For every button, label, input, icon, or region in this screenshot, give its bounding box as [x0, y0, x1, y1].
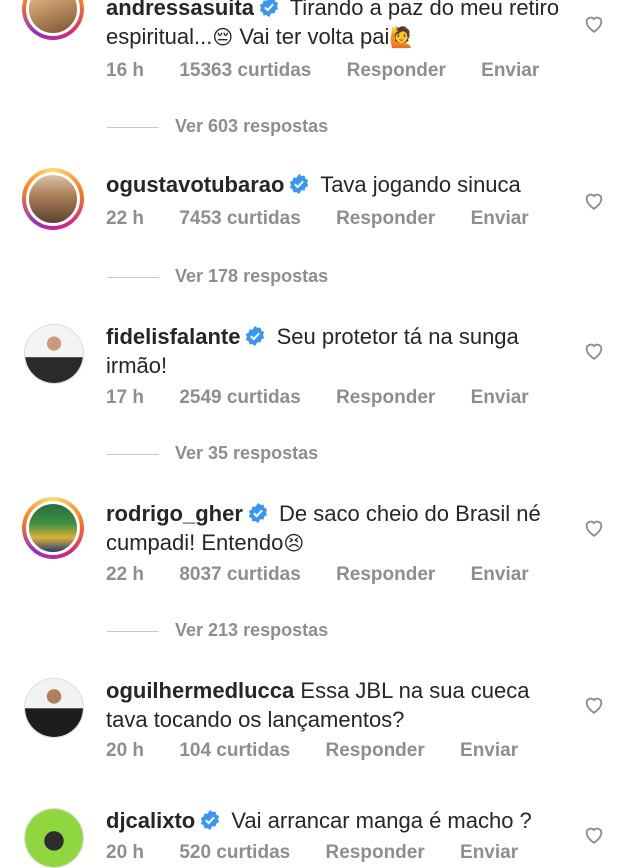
verified-badge-icon: [259, 0, 279, 18]
reply-button[interactable]: Responder: [336, 208, 435, 229]
divider: [107, 453, 159, 455]
like-heart-icon[interactable]: [583, 694, 605, 716]
verified-badge-icon: [290, 173, 309, 195]
like-heart-icon[interactable]: [583, 340, 605, 362]
reply-button[interactable]: Responder: [347, 60, 446, 81]
comment-text: djcalixto Vai arrancar manga é macho ?: [106, 808, 532, 833]
comment-username[interactable]: rodrigo_gher: [106, 501, 243, 526]
like-heart-icon[interactable]: [583, 190, 605, 212]
send-button[interactable]: Enviar: [471, 208, 529, 229]
comment-meta: 20 h 520 curtidas Responder Enviar: [106, 842, 548, 864]
comment-meta: 20 h 104 curtidas Responder Enviar: [106, 740, 548, 762]
like-count[interactable]: 7453 curtidas: [179, 208, 300, 229]
reply-button[interactable]: Responder: [326, 740, 425, 761]
like-count[interactable]: 15363 curtidas: [179, 60, 311, 81]
raising-hand-emoji-icon: 🙋: [389, 25, 415, 49]
comment-text: ogustavotubarao Tava jogando sinuca: [106, 172, 521, 197]
comment-username[interactable]: fidelisfalante: [106, 324, 240, 349]
divider: [107, 126, 159, 128]
like-heart-icon[interactable]: [583, 517, 605, 539]
divider: [107, 276, 159, 278]
comment-meta: 22 h 7453 curtidas Responder Enviar: [106, 208, 559, 230]
view-replies-button[interactable]: Ver 213 respostas: [107, 620, 328, 641]
verified-badge-icon: [248, 502, 267, 524]
like-count[interactable]: 2549 curtidas: [179, 387, 300, 408]
send-button[interactable]: Enviar: [460, 740, 518, 761]
verified-badge-icon: [201, 809, 220, 831]
comment-meta: 17 h 2549 curtidas Responder Enviar: [106, 387, 559, 409]
avatar[interactable]: [24, 324, 84, 384]
view-replies-button[interactable]: Ver 35 respostas: [107, 443, 318, 464]
comment-meta: 16 h 15363 curtidas Responder Enviar: [106, 60, 569, 82]
verified-badge-icon: [246, 325, 265, 347]
avatar[interactable]: [24, 678, 84, 738]
like-heart-icon[interactable]: [583, 824, 605, 846]
comment-time: 17 h: [106, 387, 145, 408]
comment-username[interactable]: djcalixto: [106, 808, 195, 833]
avatar[interactable]: [22, 168, 84, 230]
send-button[interactable]: Enviar: [471, 564, 529, 585]
reply-button[interactable]: Responder: [336, 387, 435, 408]
like-count[interactable]: 8037 curtidas: [179, 564, 300, 585]
comment-time: 20 h: [106, 740, 145, 761]
avatar[interactable]: [24, 808, 84, 868]
comment-meta: 22 h 8037 curtidas Responder Enviar: [106, 564, 559, 586]
comment-username[interactable]: ogustavotubarao: [106, 172, 284, 197]
comment-text: andressasuita Tirando a paz do meu retir…: [106, 0, 566, 52]
comment-time: 16 h: [106, 60, 145, 81]
divider: [107, 630, 159, 632]
view-replies-button[interactable]: Ver 178 respostas: [107, 266, 328, 287]
persevering-emoji-icon: 😣: [283, 531, 305, 555]
comment-text: oguilhermedlucca Essa JBL na sua cueca t…: [106, 678, 530, 732]
like-count[interactable]: 104 curtidas: [179, 740, 290, 761]
avatar[interactable]: [22, 0, 84, 40]
comment-text: fidelisfalante Seu protetor tá na sunga …: [106, 324, 519, 378]
avatar[interactable]: [22, 497, 84, 559]
comment-time: 22 h: [106, 564, 145, 585]
comment-username[interactable]: andressasuita: [106, 0, 254, 20]
pensive-emoji-icon: 😔: [212, 25, 234, 49]
send-button[interactable]: Enviar: [481, 60, 539, 81]
reply-button[interactable]: Responder: [336, 564, 435, 585]
comment-text: rodrigo_gher De saco cheio do Brasil né …: [106, 501, 541, 555]
view-replies-button[interactable]: Ver 603 respostas: [107, 116, 328, 137]
comment-username[interactable]: oguilhermedlucca: [106, 678, 294, 703]
send-button[interactable]: Enviar: [471, 387, 529, 408]
like-heart-icon[interactable]: [583, 13, 605, 35]
comment-time: 22 h: [106, 208, 145, 229]
